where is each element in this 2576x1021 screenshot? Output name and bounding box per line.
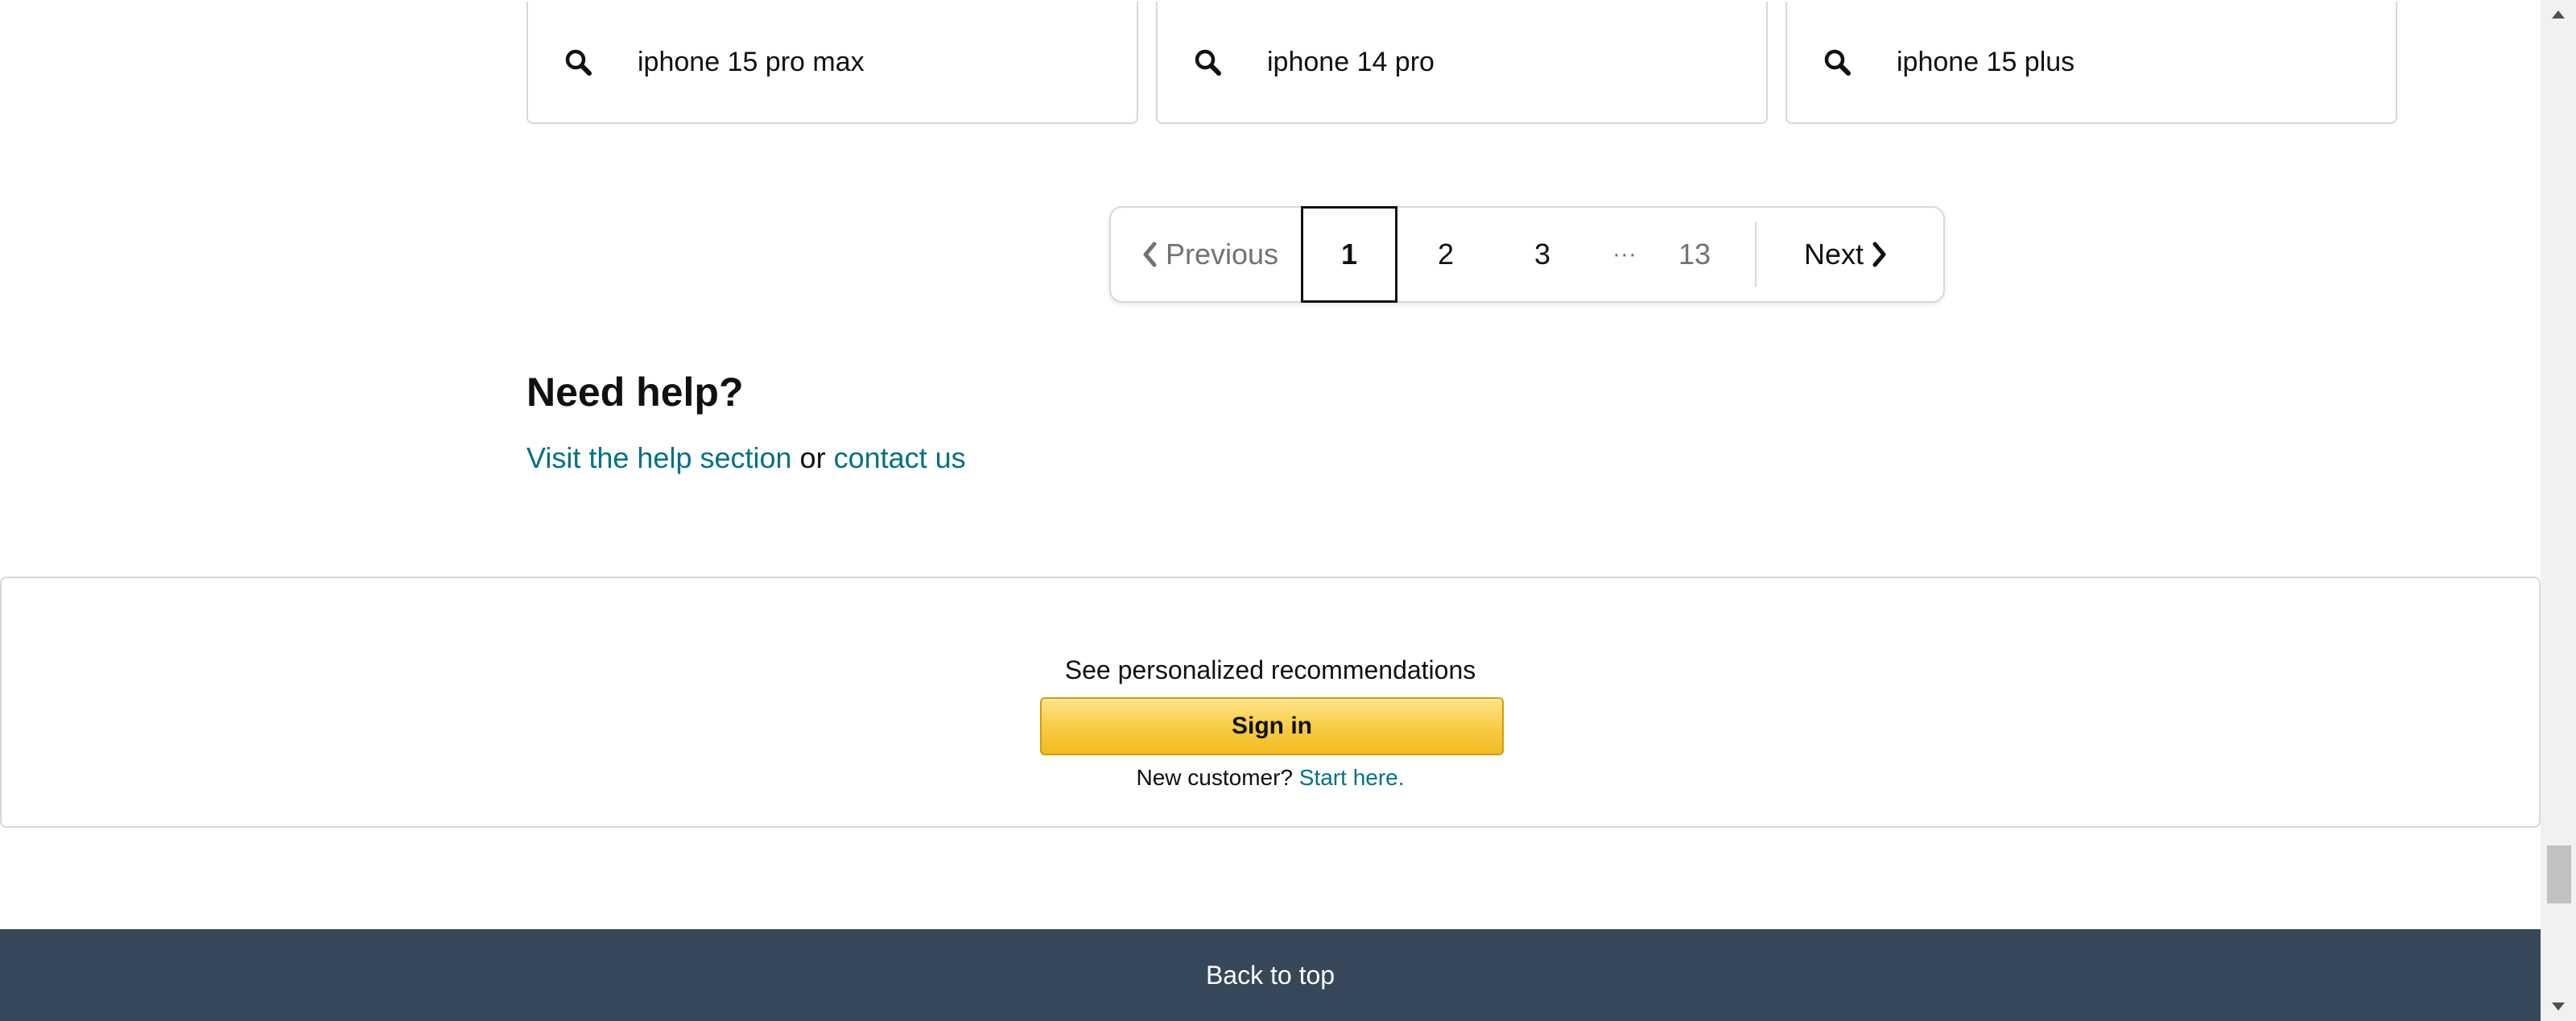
previous-label: Previous xyxy=(1165,238,1279,271)
next-page-button[interactable]: Next xyxy=(1757,208,1943,301)
next-label: Next xyxy=(1803,238,1864,271)
chevron-left-icon xyxy=(1143,242,1157,267)
scrollbar-thumb[interactable] xyxy=(2547,845,2571,903)
help-heading: Need help? xyxy=(526,370,744,415)
page-2-link[interactable]: 2 xyxy=(1397,208,1494,301)
vertical-scrollbar[interactable] xyxy=(2541,0,2576,1021)
scroll-down-arrow-icon[interactable] xyxy=(2541,992,2576,1021)
back-to-top-label: Back to top xyxy=(1205,960,1335,990)
recommendations-signin-panel: See personalized recommendations Sign in… xyxy=(0,577,2541,828)
related-search-label: iphone 15 plus xyxy=(1897,46,2075,77)
help-connector: or xyxy=(791,441,834,474)
search-icon xyxy=(562,46,594,78)
scroll-up-arrow-icon[interactable] xyxy=(2541,0,2576,29)
pagination: Previous 1 2 3 ··· 13 Next xyxy=(1109,206,1945,303)
page-last: 13 xyxy=(1678,238,1711,271)
back-to-top-button[interactable]: Back to top xyxy=(0,929,2541,1021)
search-results-page: iphone 15 pro max iphone 14 pro iphone 1… xyxy=(0,0,2541,1021)
pagination-ellipsis: ··· xyxy=(1612,241,1637,267)
related-search-card[interactable]: iphone 15 pro max xyxy=(526,2,1138,124)
related-search-card[interactable]: iphone 14 pro xyxy=(1156,2,1768,124)
related-search-label: iphone 15 pro max xyxy=(638,46,865,77)
new-customer-label: New customer? xyxy=(1136,765,1299,790)
search-icon xyxy=(1191,46,1224,78)
related-search-label: iphone 14 pro xyxy=(1267,46,1435,77)
help-section-link[interactable]: Visit the help section xyxy=(526,441,792,474)
previous-page-button: Previous xyxy=(1111,208,1301,301)
recommendations-title: See personalized recommendations xyxy=(1064,655,1476,684)
page-current: 1 xyxy=(1301,206,1397,303)
related-search-card[interactable]: iphone 15 plus xyxy=(1785,2,2397,124)
sign-in-button[interactable]: Sign in xyxy=(1040,697,1504,755)
search-icon xyxy=(1821,46,1853,78)
start-here-link[interactable]: Start here. xyxy=(1299,765,1405,790)
new-customer-text: New customer? Start here. xyxy=(2,765,2539,791)
contact-us-link[interactable]: contact us xyxy=(834,441,966,474)
chevron-right-icon xyxy=(1872,242,1886,267)
help-text: Visit the help section or contact us xyxy=(526,441,966,475)
page-3-link[interactable]: 3 xyxy=(1494,208,1591,301)
